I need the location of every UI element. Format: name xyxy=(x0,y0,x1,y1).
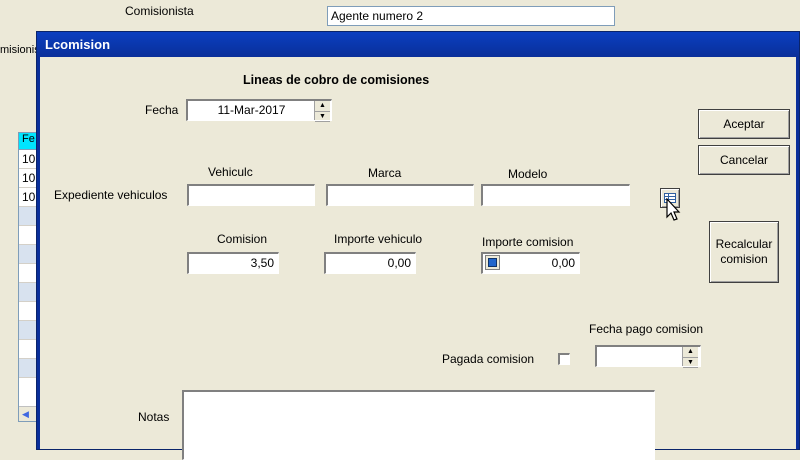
comision-label: Comision xyxy=(217,232,268,246)
importe-vehiculo-field[interactable]: 0,00 xyxy=(324,252,416,274)
dialog-content: Lineas de cobro de comisiones Fecha 11-M… xyxy=(37,57,799,460)
side-label: misionis xyxy=(0,44,40,56)
marca-label: Marca xyxy=(368,166,402,180)
lcomision-dialog: Lcomision Lineas de cobro de comisiones … xyxy=(36,31,800,460)
calculator-icon xyxy=(488,258,497,267)
fecha-value: 11-Mar-2017 xyxy=(217,103,286,117)
fecha-spinner[interactable]: ▲ ▼ xyxy=(314,101,330,122)
aceptar-button[interactable]: Aceptar xyxy=(698,109,790,139)
recalcular-comision-button[interactable]: Recalcular comision xyxy=(709,221,779,283)
mouse-cursor-icon xyxy=(666,198,681,221)
spin-up-icon[interactable]: ▲ xyxy=(315,101,330,112)
grid-row[interactable]: 10 xyxy=(19,150,37,169)
grid-row-empty xyxy=(19,302,37,321)
comision-field[interactable]: 3,50 xyxy=(187,252,279,274)
grid-row[interactable]: 10 xyxy=(19,188,37,207)
scroll-left-icon[interactable]: ◀ xyxy=(19,406,37,421)
grid-row-empty xyxy=(19,245,37,264)
importe-vehiculo-label: Importe vehiculo xyxy=(334,232,423,246)
dialog-title: Lcomision xyxy=(37,32,799,57)
background-grid[interactable]: Fe 10 10 10 ◀ xyxy=(18,132,38,422)
modelo-field[interactable] xyxy=(481,184,630,206)
fecha-pago-spinner[interactable]: ▲ ▼ xyxy=(682,347,698,368)
comisionista-label: Comisionista xyxy=(125,4,194,18)
spin-down-icon[interactable]: ▼ xyxy=(683,358,698,368)
marca-field[interactable] xyxy=(326,184,474,206)
fecha-label: Fecha xyxy=(145,103,179,117)
expediente-label: Expediente vehiculos xyxy=(54,188,168,202)
fecha-pago-label: Fecha pago comision xyxy=(589,322,704,336)
calculator-button[interactable] xyxy=(485,255,500,270)
grid-row-empty xyxy=(19,359,37,378)
spin-down-icon[interactable]: ▼ xyxy=(315,112,330,122)
pagada-checkbox[interactable] xyxy=(558,353,570,365)
pagada-comision-label: Pagada comision xyxy=(442,352,535,366)
comisionista-field[interactable]: Agente numero 2 xyxy=(327,6,615,26)
grid-row-empty xyxy=(19,283,37,302)
grid-header[interactable]: Fe xyxy=(19,133,37,150)
vehiculo-label: Vehiculc xyxy=(208,165,253,179)
vehiculo-field[interactable] xyxy=(187,184,315,206)
importe-comision-value: 0,00 xyxy=(551,256,575,270)
notas-label: Notas xyxy=(138,410,170,424)
grid-row-empty xyxy=(19,321,37,340)
fecha-field[interactable]: 11-Mar-2017 xyxy=(186,99,332,121)
grid-row-empty xyxy=(19,226,37,245)
grid-row-empty xyxy=(19,264,37,283)
grid-row[interactable]: 10 xyxy=(19,169,37,188)
spin-up-icon[interactable]: ▲ xyxy=(683,347,698,358)
modelo-label: Modelo xyxy=(508,167,548,181)
grid-row-empty xyxy=(19,340,37,359)
importe-comision-label: Importe comision xyxy=(482,235,574,249)
cancelar-button[interactable]: Cancelar xyxy=(698,145,790,175)
grid-row-empty xyxy=(19,207,37,226)
dialog-heading: Lineas de cobro de comisiones xyxy=(243,73,430,87)
